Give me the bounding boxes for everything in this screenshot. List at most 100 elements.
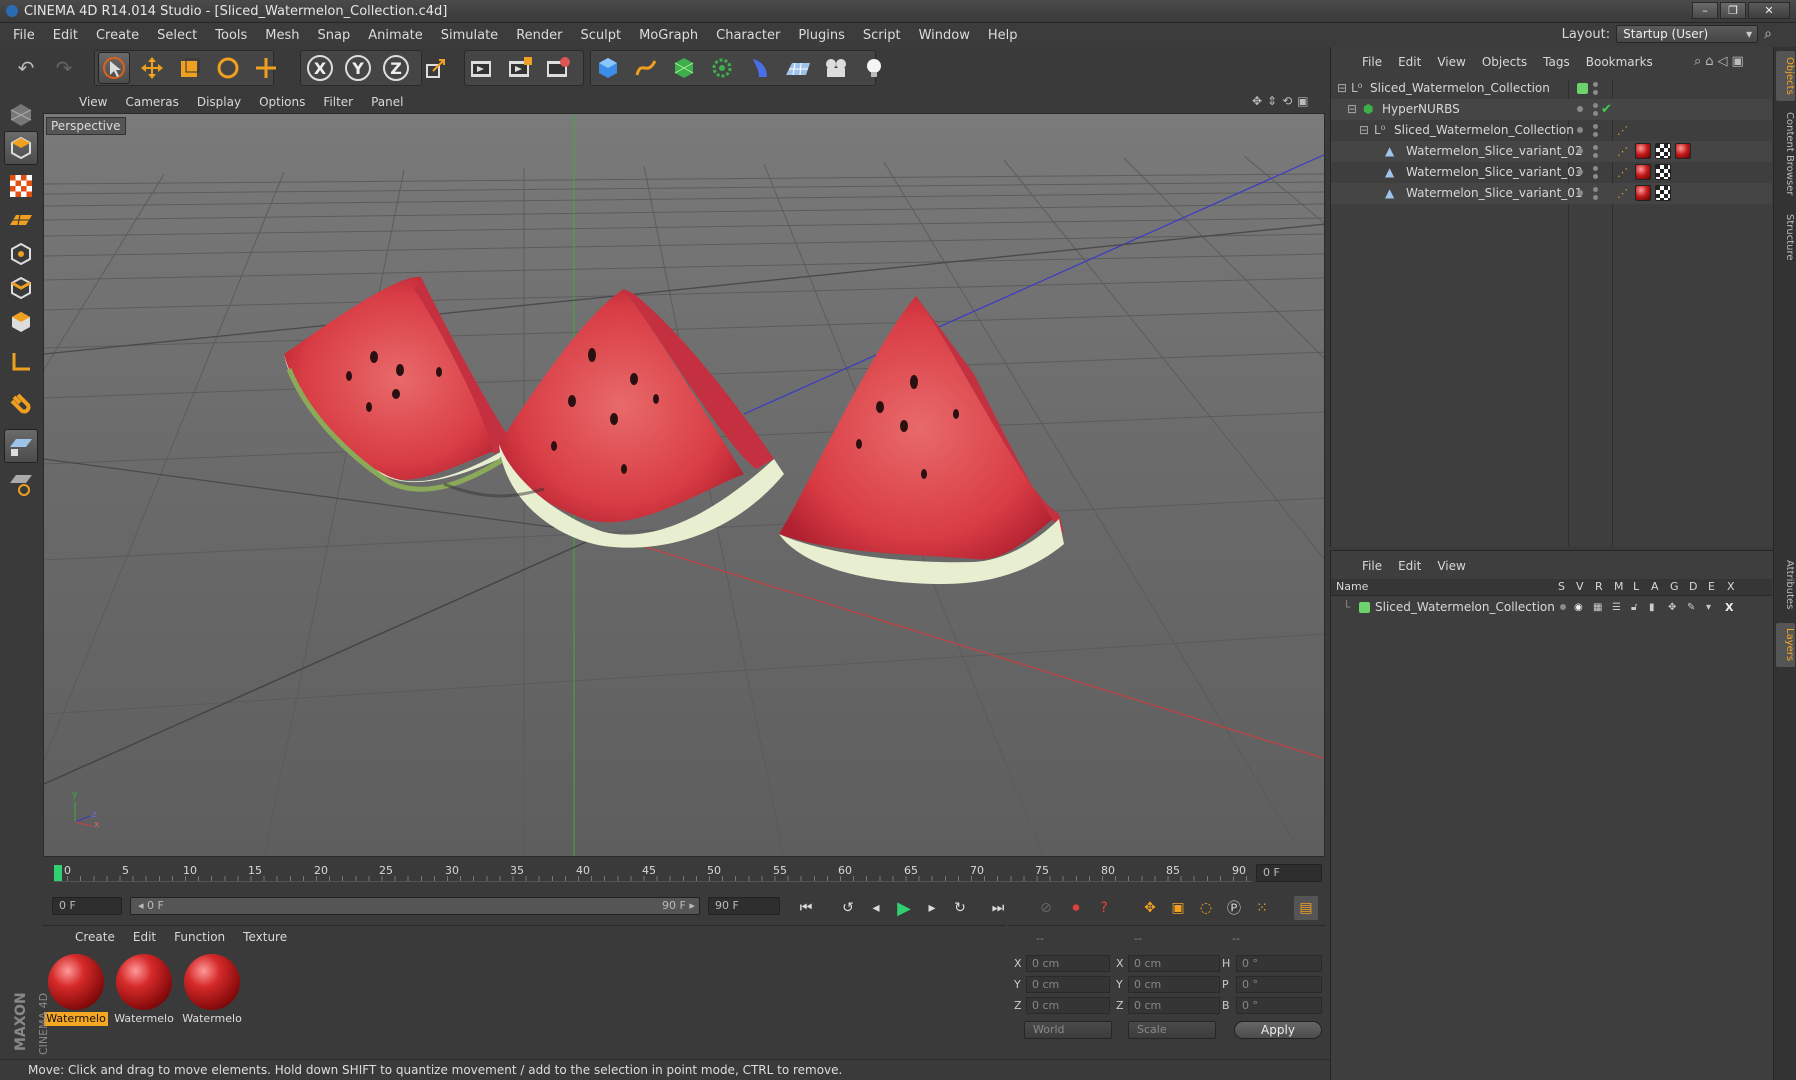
current-frame-field[interactable]: 0 F bbox=[52, 897, 122, 915]
object-row[interactable]: ⊟ L⁰ Sliced_Watermelon_Collection bbox=[1331, 78, 1772, 99]
record-position-icon[interactable]: ✥ bbox=[1138, 896, 1162, 920]
timeline-end-field[interactable]: 0 F bbox=[1256, 864, 1322, 882]
range-slider[interactable] bbox=[130, 897, 700, 915]
menu-tools[interactable]: Tools bbox=[206, 28, 256, 43]
material-menu-create[interactable]: Create bbox=[66, 930, 124, 944]
object-manager-nav-icons[interactable]: ⌕⌂◁▣ bbox=[1694, 54, 1748, 69]
size-y-field[interactable]: 0 cm bbox=[1128, 976, 1220, 993]
object-menu-objects[interactable]: Objects bbox=[1474, 55, 1535, 69]
edges-mode-icon[interactable] bbox=[4, 271, 38, 305]
visibility-render-dot[interactable] bbox=[1593, 153, 1598, 158]
redo-icon[interactable]: ↷ bbox=[48, 52, 80, 84]
layer-color-icon[interactable] bbox=[1359, 602, 1370, 613]
menu-script[interactable]: Script bbox=[854, 28, 910, 43]
object-menu-bookmarks[interactable]: Bookmarks bbox=[1578, 55, 1661, 69]
close-button[interactable]: ✕ bbox=[1748, 2, 1790, 19]
layer-color-icon[interactable] bbox=[1577, 83, 1588, 94]
coordinate-mode-select[interactable]: World bbox=[1024, 1021, 1112, 1039]
menu-file[interactable]: File bbox=[4, 28, 44, 43]
collapse-toggle-icon[interactable]: ⊟ bbox=[1347, 99, 1357, 120]
visibility-editor-dot[interactable] bbox=[1593, 124, 1598, 129]
layer-view-eye-icon[interactable]: ◉ bbox=[1574, 597, 1583, 618]
y-axis-lock-icon[interactable]: Y bbox=[342, 52, 374, 84]
texture-mode-icon[interactable] bbox=[4, 169, 38, 203]
visibility-editor-dot[interactable] bbox=[1593, 187, 1598, 192]
move-icon[interactable] bbox=[136, 52, 168, 84]
layer-xref-icon[interactable]: X bbox=[1725, 597, 1733, 618]
maximize-button[interactable]: ❐ bbox=[1720, 2, 1746, 19]
cube-object-icon[interactable] bbox=[592, 52, 624, 84]
keyframe-selection-icon[interactable]: ? bbox=[1092, 896, 1116, 920]
menu-create[interactable]: Create bbox=[87, 28, 148, 43]
viewport-menu-cameras[interactable]: Cameras bbox=[116, 95, 187, 109]
position-x-field[interactable]: 0 cm bbox=[1026, 955, 1110, 972]
minimize-button[interactable]: – bbox=[1692, 2, 1718, 19]
play-icon[interactable]: ▶ bbox=[892, 896, 916, 920]
material-tag-icon[interactable] bbox=[1675, 143, 1691, 159]
viewport-menu-display[interactable]: Display bbox=[188, 95, 250, 109]
search-icon[interactable]: ⌕ bbox=[1764, 26, 1772, 42]
menu-character[interactable]: Character bbox=[707, 28, 789, 43]
menu-select[interactable]: Select bbox=[148, 28, 206, 43]
object-menu-file[interactable]: File bbox=[1354, 55, 1390, 69]
material-menu-function[interactable]: Function bbox=[165, 930, 234, 944]
uvw-tag-icon[interactable] bbox=[1655, 143, 1671, 159]
object-row[interactable]: ▲ Watermelon_Slice_variant_01 ⋰ bbox=[1331, 183, 1772, 204]
spline-icon[interactable] bbox=[630, 52, 662, 84]
select-arrow-icon[interactable] bbox=[98, 52, 130, 84]
layer-col-locked[interactable]: L bbox=[1633, 580, 1639, 593]
next-frame-icon[interactable]: ▸ bbox=[920, 896, 944, 920]
object-row[interactable]: ⊟ ⬢ HyperNURBS ✔ bbox=[1331, 99, 1772, 120]
menu-sculpt[interactable]: Sculpt bbox=[571, 28, 630, 43]
render-to-picture-viewer-icon[interactable] bbox=[504, 52, 536, 84]
menu-plugins[interactable]: Plugins bbox=[789, 28, 854, 43]
deformer-icon[interactable] bbox=[744, 52, 776, 84]
phong-tag-icon[interactable]: ⋰ bbox=[1617, 183, 1628, 204]
visibility-dot[interactable] bbox=[1577, 148, 1583, 154]
viewport-menu-view[interactable]: View bbox=[70, 95, 116, 109]
layer-col-deformers[interactable]: D bbox=[1689, 580, 1697, 593]
material-tag-icon[interactable] bbox=[1635, 143, 1651, 159]
rotate-icon[interactable] bbox=[212, 52, 244, 84]
layer-row[interactable]: └ Sliced_Watermelon_Collection ◉ ▦ ☰ 🔓︎ … bbox=[1331, 597, 1772, 618]
viewport-nav-icons[interactable]: ✥⇕⟲▣ bbox=[1252, 94, 1314, 108]
render-view-icon[interactable] bbox=[466, 52, 498, 84]
material-tag-icon[interactable] bbox=[1635, 185, 1651, 201]
visibility-editor-dot[interactable] bbox=[1593, 103, 1598, 108]
viewport-menu-filter[interactable]: Filter bbox=[314, 95, 362, 109]
layer-generator-icon[interactable]: ✥ bbox=[1668, 597, 1676, 618]
rotation-h-field[interactable]: 0 ° bbox=[1236, 955, 1322, 972]
phong-tag-icon[interactable]: ⋰ bbox=[1617, 141, 1628, 162]
tab-attributes[interactable]: Attributes bbox=[1776, 553, 1795, 617]
planar-workplane-icon[interactable] bbox=[4, 467, 38, 501]
layer-col-animation[interactable]: A bbox=[1651, 580, 1659, 593]
layer-render-icon[interactable]: ▦ bbox=[1593, 597, 1602, 618]
undo-icon[interactable]: ↶ bbox=[10, 52, 42, 84]
goto-end-icon[interactable]: ⏭ bbox=[986, 896, 1010, 920]
render-settings-icon[interactable] bbox=[542, 52, 574, 84]
make-editable-icon[interactable] bbox=[4, 97, 38, 131]
position-y-field[interactable]: 0 cm bbox=[1026, 976, 1110, 993]
layer-col-view[interactable]: V bbox=[1576, 580, 1584, 593]
material-swatch[interactable]: Watermelo bbox=[112, 952, 176, 1030]
live-selection-icon[interactable] bbox=[250, 52, 282, 84]
visibility-dot[interactable] bbox=[1577, 106, 1583, 112]
axis-mode-icon[interactable] bbox=[4, 345, 38, 379]
visibility-dot[interactable] bbox=[1577, 169, 1583, 175]
rotation-p-field[interactable]: 0 ° bbox=[1236, 976, 1322, 993]
visibility-editor-dot[interactable] bbox=[1593, 145, 1598, 150]
record-rotation-icon[interactable]: ◌ bbox=[1194, 896, 1218, 920]
points-mode-icon[interactable] bbox=[4, 237, 38, 271]
menu-render[interactable]: Render bbox=[507, 28, 571, 43]
layer-menu-file[interactable]: File bbox=[1354, 559, 1390, 573]
collapse-toggle-icon[interactable]: ⊟ bbox=[1359, 120, 1369, 141]
snap-magnet-icon[interactable] bbox=[4, 387, 38, 421]
menu-window[interactable]: Window bbox=[910, 28, 979, 43]
layer-col-solo[interactable]: S bbox=[1558, 580, 1565, 593]
model-mode-icon[interactable] bbox=[4, 131, 38, 165]
apply-button[interactable]: Apply bbox=[1234, 1021, 1322, 1039]
menu-animate[interactable]: Animate bbox=[359, 28, 431, 43]
record-scale-icon[interactable]: ▣ bbox=[1166, 896, 1190, 920]
uvw-tag-icon[interactable] bbox=[1655, 164, 1671, 180]
x-axis-lock-icon[interactable]: X bbox=[304, 52, 336, 84]
